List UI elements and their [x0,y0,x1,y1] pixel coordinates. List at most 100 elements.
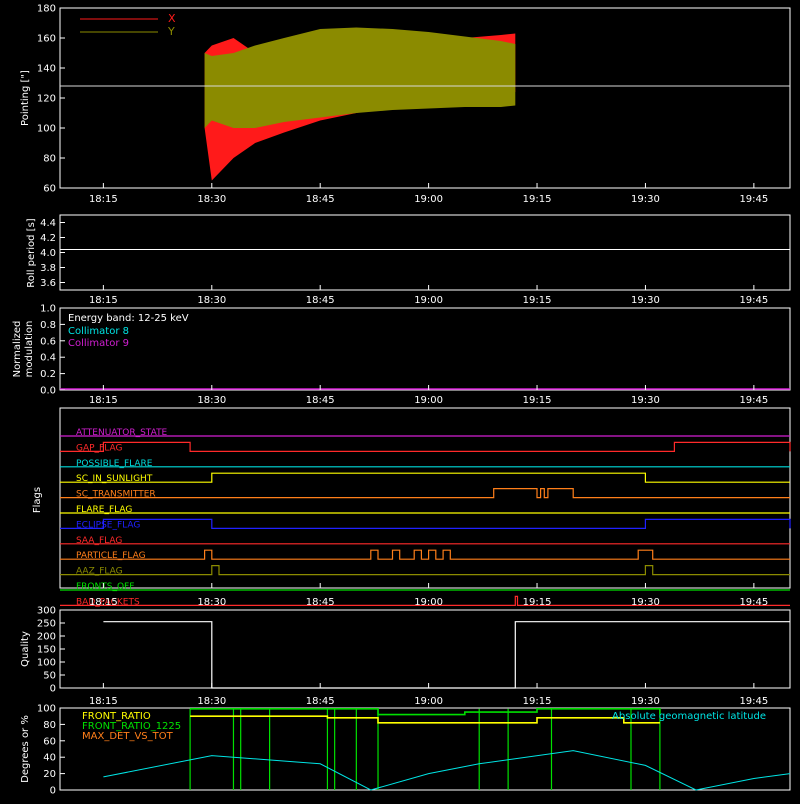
y-tick-label-2: 100 [37,658,56,669]
pointing-band-y [204,27,516,128]
x-tick-label-4: 19:15 [523,597,552,608]
y-tick-label-0: 60 [43,184,56,195]
x-tick-label-1: 18:30 [197,194,226,205]
x-tick-label-0: 18:15 [89,295,118,306]
x-tick-label-4: 19:15 [523,295,552,306]
y-tick-label-3: 120 [37,94,56,105]
x-tick-label-2: 18:45 [306,597,335,608]
ratios-panel: 020406080100 Degrees or % FRONT_RATIO FR… [20,704,791,797]
y-tick-label-3: 4.2 [40,233,56,244]
y-tick-label-0: 3.6 [40,278,56,289]
quality-panel: 050100150200250300 Quality 18:15 18:30 18:… [20,606,791,707]
ratio-series-0 [103,750,791,791]
ratios-ylabel: Degrees or % [20,715,31,783]
x-tick-label-5: 19:30 [631,395,660,406]
x-tick-label-2: 18:45 [306,696,335,707]
y-tick-label-5: 1.0 [40,304,56,315]
y-tick-label-1: 3.8 [40,263,56,274]
flag-trace-1 [60,441,791,452]
x-tick-label-4: 19:15 [523,194,552,205]
quality-ylabel: Quality [20,631,31,667]
x-tick-label-5: 19:30 [631,597,660,608]
pointing-data [60,27,790,181]
pointing-x-ticks: 18:15 18:30 18:45 19:00 19:15 19:30 19:45 [89,183,768,205]
y-tick-label-3: 0.6 [40,336,56,347]
y-tick-label-2: 100 [37,124,56,135]
flag-trace-4 [60,488,790,499]
x-tick-label-3: 19:00 [414,194,443,205]
x-tick-label-0: 18:15 [89,696,118,707]
y-tick-label-6: 300 [37,606,56,617]
flag-trace-3 [60,472,790,483]
x-tick-label-6: 19:45 [739,194,768,205]
pointing-ylabel: Pointing ["] [20,70,31,126]
y-tick-label-4: 80 [43,720,56,731]
flags-panel: ATTENUATOR_STATEGAP_FLAGPOSSIBLE_FLARESC… [32,407,791,608]
x-tick-label-1: 18:30 [197,395,226,406]
x-tick-label-4: 19:15 [523,696,552,707]
x-tick-label-1: 18:30 [197,597,226,608]
x-tick-label-6: 19:45 [739,295,768,306]
y-tick-label-4: 4.4 [40,218,56,229]
x-tick-label-6: 19:45 [739,395,768,406]
flag-trace-6 [60,518,791,529]
roll-x-ticks: 18:15 18:30 18:45 19:00 19:15 19:30 19:45 [89,285,768,306]
modulation-x-ticks: 18:15 18:30 18:45 19:00 19:15 19:30 19:45 [89,385,768,406]
roll-panel: 3.63.84.04.24.4 Roll period [s] 18:15 18:… [26,214,791,306]
chart-svg: 60 80 100 120 140 160 180 Pointing ["] X Y 18:… [12,4,791,797]
quality-y-ticks: 0 50 100 150 200 250 300 [37,606,65,695]
y-tick-label-3: 60 [43,736,56,747]
x-tick-label-4: 19:15 [523,395,552,406]
x-tick-label-1: 18:30 [197,295,226,306]
legend-x-label: X [168,12,176,25]
y-tick-label-0: 0 [50,786,56,797]
modulation-ylabel-line1: Normalized [12,321,23,378]
x-tick-label-3: 19:00 [414,395,443,406]
chart-figure: 60 80 100 120 140 160 180 Pointing ["] X Y 18:… [0,0,800,800]
roll-ylabel: Roll period [s] [26,218,37,287]
roll-frame [59,214,791,291]
y-tick-label-0: 0.0 [40,386,56,397]
quality-data [103,621,790,689]
x-tick-label-5: 19:30 [631,295,660,306]
modulation-ylabel-line2: modulation [24,321,35,378]
x-tick-label-1: 18:30 [197,696,226,707]
y-tick-label-5: 100 [37,704,56,715]
y-tick-label-4: 0.8 [40,320,56,331]
quality-line [103,621,790,689]
x-tick-label-0: 18:15 [89,597,118,608]
x-tick-label-6: 19:45 [739,696,768,707]
x-tick-label-5: 19:30 [631,194,660,205]
y-tick-label-5: 250 [37,619,56,630]
legend-geomagnetic-latitude: Absolute geomagnetic latitude [612,711,766,722]
x-tick-label-3: 19:00 [414,597,443,608]
flags-x-ticks: 18:15 18:30 18:45 19:00 19:15 19:30 19:45 [89,583,768,608]
x-tick-label-0: 18:15 [89,395,118,406]
ratio-series-1 [190,707,661,716]
roll-y-ticks: 3.6 3.8 4.0 4.2 4.4 [40,218,65,289]
x-tick-label-0: 18:15 [89,194,118,205]
x-tick-label-2: 18:45 [306,194,335,205]
x-tick-label-2: 18:45 [306,395,335,406]
modulation-annotation-collimator9: Collimator 9 [68,338,129,349]
x-tick-label-3: 19:00 [414,696,443,707]
modulation-panel: 0.0 0.2 0.4 0.6 0.8 1.0 Normalized modulation… [12,304,791,406]
pointing-panel: 60 80 100 120 140 160 180 Pointing ["] X Y 18:… [20,4,791,205]
y-tick-label-6: 180 [37,4,56,15]
y-tick-label-2: 0.4 [40,353,56,364]
ratio-series-2 [190,715,660,724]
y-tick-label-2: 40 [43,753,56,764]
x-tick-label-2: 18:45 [306,295,335,306]
y-tick-label-4: 140 [37,64,56,75]
y-tick-label-1: 80 [43,154,56,165]
y-tick-label-1: 0.2 [40,369,56,380]
y-tick-label-2: 4.0 [40,248,56,259]
y-tick-label-0: 0 [50,684,56,695]
x-tick-label-3: 19:00 [414,295,443,306]
y-tick-label-3: 150 [37,645,56,656]
legend-max-det-vs-tot: MAX_DET_VS_TOT [82,731,174,742]
x-tick-label-5: 19:30 [631,696,660,707]
x-tick-label-6: 19:45 [739,597,768,608]
modulation-annotation-band: Energy band: 12-25 keV [68,313,189,324]
flags-ylabel: Flags [32,487,43,513]
